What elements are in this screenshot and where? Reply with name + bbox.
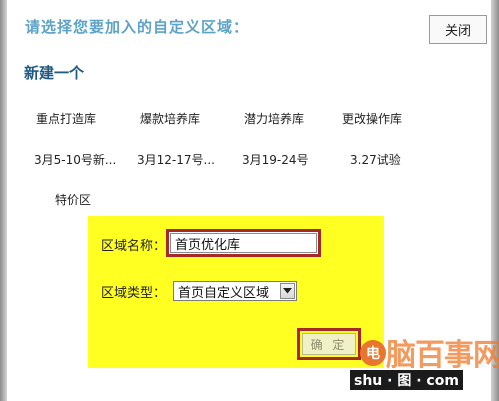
confirm-button[interactable]: 确 定 (302, 333, 356, 355)
area-item[interactable]: 特价区 (55, 191, 91, 208)
close-button[interactable]: 关闭 (429, 15, 487, 44)
dialog-prompt: 请选择您要加入的自定义区域： (25, 18, 250, 36)
watermark-logo-icon: 电 (360, 340, 386, 366)
area-item[interactable]: 3月12-17号... (137, 151, 215, 168)
area-item[interactable]: 爆款培养库 (140, 110, 200, 127)
chevron-down-icon[interactable] (280, 283, 295, 299)
watermark-text: 脑百事网 (386, 338, 499, 373)
area-item[interactable]: 3月5-10号新... (34, 151, 116, 168)
window-frame-left (0, 0, 7, 401)
area-name-input[interactable] (170, 233, 317, 253)
name-input-highlight (166, 229, 321, 257)
area-item[interactable]: 3.27试验 (350, 151, 401, 168)
new-section-title: 新建一个 (24, 64, 85, 82)
area-item[interactable]: 重点打造库 (36, 110, 96, 127)
area-item[interactable]: 更改操作库 (342, 110, 402, 127)
type-label: 区域类型： (101, 286, 167, 301)
watermark-tag: shu · 图 · com (350, 370, 463, 390)
area-type-select[interactable]: 首页自定义区域 (173, 281, 297, 301)
new-area-form: 区域名称： 区域类型： 首页自定义区域 确 定 (88, 216, 384, 368)
area-type-value: 首页自定义区域 (178, 285, 270, 301)
site-watermark: 电 脑百事网 shu · 图 · com (350, 326, 499, 392)
area-item[interactable]: 3月19-24号 (242, 151, 309, 168)
name-label: 区域名称： (101, 239, 167, 254)
area-item[interactable]: 潜力培养库 (244, 110, 304, 127)
